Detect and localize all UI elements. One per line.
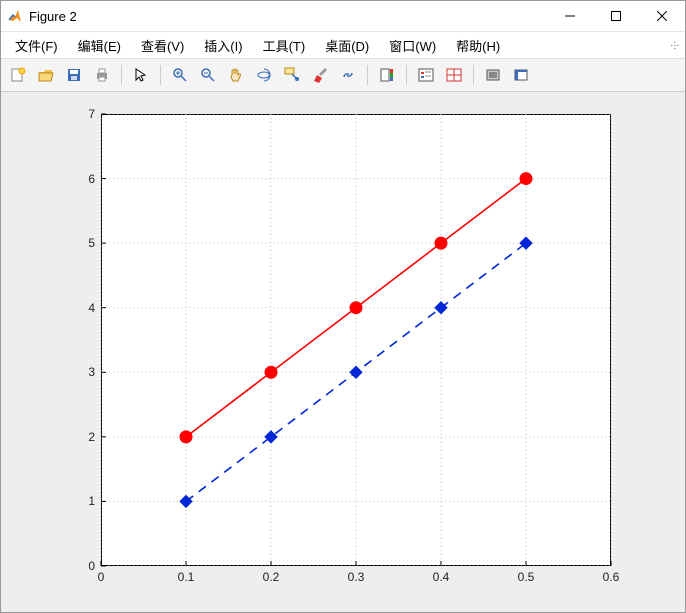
series-marker-series2 bbox=[180, 495, 192, 507]
menu-insert[interactable]: 插入(I) bbox=[194, 34, 252, 57]
y-tick-label: 5 bbox=[88, 236, 95, 250]
menu-edit[interactable]: 编辑(E) bbox=[68, 34, 131, 57]
series-marker-series2 bbox=[265, 431, 277, 443]
y-tick-label: 7 bbox=[88, 107, 95, 121]
figure-window: Figure 2 文件(F) 编辑(E) 查看(V) 插入(I) 工具(T) 桌… bbox=[0, 0, 686, 613]
x-tick-label: 0 bbox=[98, 570, 105, 584]
insert-legend-button[interactable] bbox=[413, 62, 439, 88]
minimize-button[interactable] bbox=[547, 1, 593, 31]
layout-grid-button[interactable] bbox=[441, 62, 467, 88]
series-marker-series1 bbox=[180, 431, 192, 443]
y-tick-label: 6 bbox=[88, 172, 95, 186]
link-button[interactable] bbox=[335, 62, 361, 88]
menubar: 文件(F) 编辑(E) 查看(V) 插入(I) 工具(T) 桌面(D) 窗口(W… bbox=[1, 32, 685, 59]
menu-window[interactable]: 窗口(W) bbox=[379, 34, 446, 57]
brush-icon bbox=[312, 67, 328, 83]
print-icon bbox=[94, 67, 110, 83]
plot-svg bbox=[101, 114, 611, 566]
y-tick-label: 4 bbox=[88, 301, 95, 315]
x-tick-label: 0.5 bbox=[518, 570, 535, 584]
menu-desktop[interactable]: 桌面(D) bbox=[315, 34, 379, 57]
zoom-in-button[interactable] bbox=[167, 62, 193, 88]
toolbar-separator bbox=[406, 65, 407, 85]
rotate-3d-button[interactable] bbox=[251, 62, 277, 88]
y-tick-label: 1 bbox=[88, 494, 95, 508]
toolbar bbox=[1, 59, 685, 92]
menu-file[interactable]: 文件(F) bbox=[5, 34, 68, 57]
window-title: Figure 2 bbox=[29, 9, 547, 24]
show-tools-button[interactable] bbox=[508, 62, 534, 88]
save-button[interactable] bbox=[61, 62, 87, 88]
print-button[interactable] bbox=[89, 62, 115, 88]
menu-overflow-icon[interactable]: ⸭ bbox=[671, 38, 679, 52]
hide-tools-icon bbox=[485, 67, 501, 83]
series-marker-series1 bbox=[265, 366, 277, 378]
series-marker-series1 bbox=[435, 237, 447, 249]
maximize-icon bbox=[611, 11, 621, 21]
new-figure-button[interactable] bbox=[5, 62, 31, 88]
close-icon bbox=[657, 11, 667, 21]
x-tick-label: 0.3 bbox=[348, 570, 365, 584]
menu-help[interactable]: 帮助(H) bbox=[446, 34, 510, 57]
rotate-3d-icon bbox=[256, 67, 272, 83]
zoom-out-icon bbox=[200, 67, 216, 83]
open-folder-icon bbox=[38, 67, 54, 83]
toolbar-separator bbox=[121, 65, 122, 85]
x-tick-label: 0.6 bbox=[603, 570, 620, 584]
series-marker-series1 bbox=[350, 302, 362, 314]
zoom-out-button[interactable] bbox=[195, 62, 221, 88]
series-marker-series2 bbox=[520, 237, 532, 249]
link-icon bbox=[340, 67, 356, 83]
menu-view[interactable]: 查看(V) bbox=[131, 34, 194, 57]
x-tick-label: 0.2 bbox=[263, 570, 280, 584]
data-cursor-icon bbox=[284, 67, 300, 83]
zoom-in-icon bbox=[172, 67, 188, 83]
plot-canvas[interactable]: 0 0.1 0.2 0.3 0.4 0.5 0.6 0 1 2 3 4 5 6 7 bbox=[1, 92, 685, 612]
y-tick-label: 3 bbox=[88, 365, 95, 379]
pan-hand-icon bbox=[228, 67, 244, 83]
insert-colorbar-button[interactable] bbox=[374, 62, 400, 88]
show-tools-icon bbox=[513, 67, 529, 83]
new-file-icon bbox=[10, 67, 26, 83]
colorbar-icon bbox=[379, 67, 395, 83]
plot-area: 0 0.1 0.2 0.3 0.4 0.5 0.6 0 1 2 3 4 5 6 7 bbox=[1, 92, 685, 612]
toolbar-separator bbox=[160, 65, 161, 85]
x-tick-label: 0.1 bbox=[178, 570, 195, 584]
data-cursor-button[interactable] bbox=[279, 62, 305, 88]
open-button[interactable] bbox=[33, 62, 59, 88]
minimize-icon bbox=[565, 11, 575, 21]
maximize-button[interactable] bbox=[593, 1, 639, 31]
pointer-icon bbox=[133, 67, 149, 83]
layout-grid-icon bbox=[446, 67, 462, 83]
y-tick-label: 2 bbox=[88, 430, 95, 444]
close-button[interactable] bbox=[639, 1, 685, 31]
matlab-logo-icon bbox=[7, 8, 23, 24]
hide-tools-button[interactable] bbox=[480, 62, 506, 88]
series-marker-series2 bbox=[435, 302, 447, 314]
x-tick-label: 0.4 bbox=[433, 570, 450, 584]
series-marker-series2 bbox=[350, 366, 362, 378]
y-tick-label: 0 bbox=[88, 559, 95, 573]
series-marker-series1 bbox=[520, 173, 532, 185]
titlebar: Figure 2 bbox=[1, 1, 685, 32]
pan-button[interactable] bbox=[223, 62, 249, 88]
toolbar-separator bbox=[473, 65, 474, 85]
edit-plot-button[interactable] bbox=[128, 62, 154, 88]
toolbar-separator bbox=[367, 65, 368, 85]
menu-tools[interactable]: 工具(T) bbox=[253, 34, 316, 57]
save-icon bbox=[66, 67, 82, 83]
legend-icon bbox=[418, 67, 434, 83]
brush-button[interactable] bbox=[307, 62, 333, 88]
